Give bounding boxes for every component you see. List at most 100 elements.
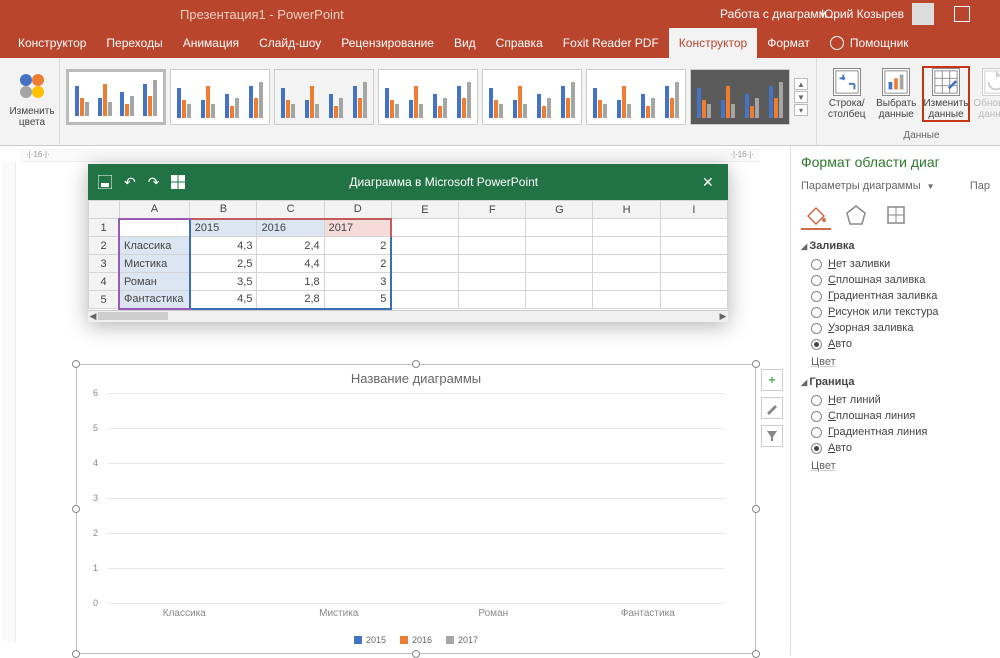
radio-option[interactable]: Градиентная заливка (811, 290, 990, 302)
format-chart-area-pane: Формат области диаг Параметры диаграммы … (790, 146, 1000, 655)
select-data-label: Выбрать данные (876, 98, 916, 120)
tab-view[interactable]: Вид (444, 28, 486, 58)
fill-section-header[interactable]: Заливка (801, 240, 990, 252)
border-section-header[interactable]: Граница (801, 376, 990, 388)
fill-color-button[interactable]: Цвет (811, 356, 990, 368)
excel-window-title: Диаграмма в Microsoft PowerPoint (185, 175, 702, 189)
chart-object[interactable]: Название диаграммы 0123456 КлассикаМисти… (76, 364, 756, 654)
resize-handle[interactable] (412, 650, 420, 658)
text-options-label[interactable]: Пар (970, 180, 990, 192)
lightbulb-icon (830, 36, 844, 50)
redo-icon[interactable]: ↷ (148, 174, 160, 191)
radio-option[interactable]: Нет линий (811, 394, 990, 406)
chart-style-6[interactable] (586, 69, 686, 125)
radio-option[interactable]: Узорная заливка (811, 322, 990, 334)
chart-style-7[interactable] (690, 69, 790, 125)
resize-handle[interactable] (752, 360, 760, 368)
change-colors-button[interactable]: Изменить цвета (6, 62, 58, 128)
scroll-left-icon[interactable]: ◀ (88, 311, 98, 321)
tab-constructor[interactable]: Конструктор (8, 28, 96, 58)
radio-option[interactable]: Авто (811, 338, 990, 350)
change-colors-label: Изменить цвета (9, 106, 54, 128)
refresh-data-label: Обновить данные (973, 98, 1000, 120)
scroll-right-icon[interactable]: ▶ (718, 311, 728, 321)
chart-style-2[interactable] (170, 69, 270, 125)
size-properties-tab[interactable] (881, 200, 911, 230)
legend-item[interactable]: 2015 (354, 635, 386, 645)
radio-label: Авто (828, 442, 852, 454)
paintbrush-icon (765, 401, 779, 415)
chart-title[interactable]: Название диаграммы (77, 365, 755, 392)
radio-icon (811, 275, 822, 286)
resize-handle[interactable] (72, 505, 80, 513)
refresh-data-button: Обновить данные (972, 66, 1000, 122)
tab-chart-design[interactable]: Конструктор (669, 28, 757, 58)
tab-animation[interactable]: Анимация (173, 28, 249, 58)
chart-data-editor-window: ↶ ↷ Диаграмма в Microsoft PowerPoint ✕ A… (88, 164, 728, 322)
legend-item[interactable]: 2017 (446, 635, 478, 645)
close-button[interactable]: ✕ (702, 174, 718, 191)
effects-tab[interactable] (841, 200, 871, 230)
tab-foxit[interactable]: Foxit Reader PDF (553, 28, 669, 58)
chart-legend[interactable]: 2015 2016 2017 (77, 635, 755, 645)
pentagon-icon (844, 203, 868, 227)
chart-style-3[interactable] (274, 69, 374, 125)
radio-label: Сплошная линия (828, 410, 915, 422)
scroll-up-icon[interactable]: ▲ (794, 78, 808, 90)
tell-me-helper[interactable]: Помощник (820, 28, 919, 58)
select-data-button[interactable]: Выбрать данные (873, 66, 921, 122)
user-avatar-icon (912, 3, 934, 25)
select-data-icon (882, 68, 910, 96)
radio-label: Узорная заливка (828, 322, 913, 334)
slide-canvas[interactable]: Название диаграммы 0123456 КлассикаМисти… (20, 164, 760, 654)
radio-option[interactable]: Сплошная заливка (811, 274, 990, 286)
scrollbar-thumb[interactable] (98, 312, 168, 320)
resize-handle[interactable] (72, 650, 80, 658)
chart-style-1[interactable] (66, 69, 166, 125)
plot-area[interactable]: 0123456 (107, 393, 725, 603)
chart-options-dropdown[interactable]: Параметры диаграммы (801, 180, 921, 192)
tab-slideshow[interactable]: Слайд-шоу (249, 28, 331, 58)
data-group-label: Данные (823, 130, 1000, 141)
resize-handle[interactable] (752, 650, 760, 658)
chart-styles-button[interactable] (761, 397, 783, 419)
ribbon: Изменить цвета ▲ ▼ ▾ Строка/ столбец (0, 58, 1000, 146)
user-account[interactable]: Юрий Козырев (821, 3, 970, 25)
undo-icon[interactable]: ↶ (124, 174, 136, 191)
resize-handle[interactable] (752, 505, 760, 513)
funnel-icon (765, 429, 779, 443)
radio-label: Авто (828, 338, 852, 350)
fill-line-tab[interactable] (801, 200, 831, 230)
tab-transitions[interactable]: Переходы (96, 28, 172, 58)
radio-option[interactable]: Нет заливки (811, 258, 990, 270)
expand-gallery-icon[interactable]: ▾ (794, 104, 808, 116)
radio-option[interactable]: Рисунок или текстура (811, 306, 990, 318)
dropdown-icon[interactable]: ▼ (927, 182, 935, 191)
category-label: Фантастика (571, 608, 726, 619)
switch-row-column-button[interactable]: Строка/ столбец (823, 66, 871, 122)
border-color-button[interactable]: Цвет (811, 460, 990, 472)
radio-option[interactable]: Градиентная линия (811, 426, 990, 438)
save-icon[interactable] (98, 175, 112, 189)
resize-handle[interactable] (412, 360, 420, 368)
scroll-down-icon[interactable]: ▼ (794, 91, 808, 103)
resize-handle[interactable] (72, 360, 80, 368)
tab-review[interactable]: Рецензирование (331, 28, 444, 58)
chart-elements-button[interactable]: + (761, 369, 783, 391)
radio-option[interactable]: Сплошная линия (811, 410, 990, 422)
horizontal-scrollbar[interactable]: ◀ ▶ (88, 310, 728, 322)
spreadsheet-grid[interactable]: ABCDEFGHI12015201620172Классика4,32,423М… (88, 200, 728, 310)
radio-icon (811, 307, 822, 318)
tab-help[interactable]: Справка (486, 28, 553, 58)
chart-style-4[interactable] (378, 69, 478, 125)
edit-data-label: Изменить данные (923, 98, 968, 120)
ribbon-display-options-icon[interactable] (954, 6, 970, 22)
legend-item[interactable]: 2016 (400, 635, 432, 645)
chart-style-5[interactable] (482, 69, 582, 125)
chart-filters-button[interactable] (761, 425, 783, 447)
switch-icon (833, 68, 861, 96)
ribbon-tabs: Конструктор Переходы Анимация Слайд-шоу … (0, 28, 1000, 58)
tab-chart-format[interactable]: Формат (757, 28, 820, 58)
edit-data-button[interactable]: Изменить данные (922, 66, 970, 122)
radio-option[interactable]: Авто (811, 442, 990, 454)
